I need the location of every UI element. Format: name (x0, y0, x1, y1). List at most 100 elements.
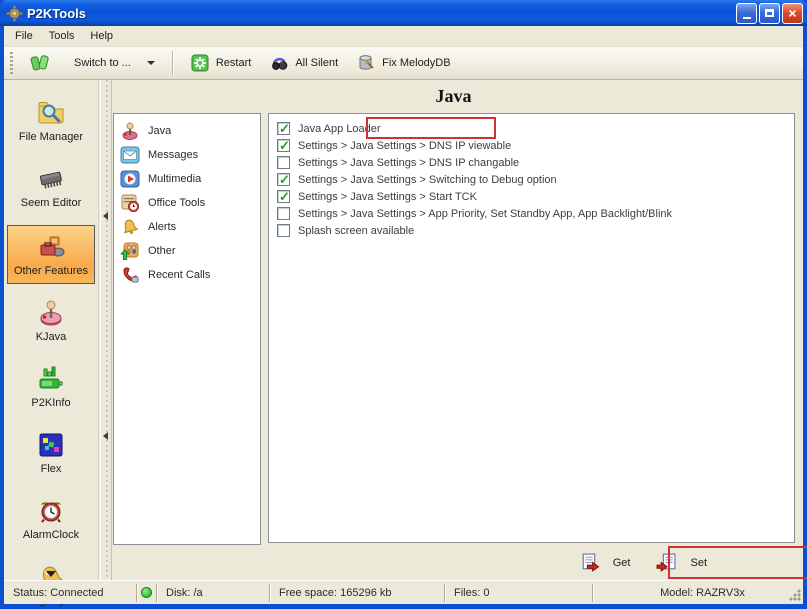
sidebar-item-alarmclock[interactable]: AlarmClock (19, 491, 83, 546)
sidebar-item-file-manager[interactable]: File Manager (15, 93, 87, 148)
toolbar-grip[interactable] (10, 52, 13, 74)
play-icon (120, 169, 140, 189)
switch-to-label: Switch to ... (56, 57, 131, 69)
app-icon (6, 5, 23, 22)
category-label: Other (148, 245, 176, 257)
window-title: P2KTools (27, 6, 86, 21)
checkbox[interactable] (277, 224, 290, 237)
all-silent-button[interactable]: All Silent (260, 49, 347, 77)
status-connected: Status: Connected (4, 584, 137, 602)
get-label: Get (613, 557, 631, 569)
menu-help[interactable]: Help (82, 28, 121, 44)
category-item-recent-calls[interactable]: Recent Calls (114, 263, 260, 287)
bell-icon (120, 217, 140, 237)
phone-icon (120, 265, 140, 285)
toolbar-separator (172, 51, 173, 75)
category-item-other[interactable]: Other (114, 239, 260, 263)
switch-phones-icon (30, 53, 50, 73)
right-area: Java Java (112, 80, 803, 580)
checkbox[interactable] (277, 122, 290, 135)
connection-indicator-icon (141, 587, 152, 598)
close-button[interactable]: × (782, 3, 803, 24)
page-title: Java (112, 86, 795, 112)
collapse-left-icon[interactable] (103, 432, 108, 440)
category-item-java[interactable]: Java (114, 119, 260, 143)
sidebar-item-label: Other Features (14, 265, 88, 277)
panel-splitter[interactable] (100, 80, 112, 580)
resize-grip[interactable] (789, 589, 801, 601)
notepad-clock-icon (120, 193, 140, 213)
sidebar-item-kjava[interactable]: KJava (32, 293, 71, 348)
option-label: Splash screen available (298, 225, 414, 237)
status-free-space: Free space: 165296 kb (270, 584, 445, 602)
option-row: Settings > Java Settings > App Priority,… (269, 205, 794, 222)
category-item-messages[interactable]: Messages (114, 143, 260, 167)
restart-icon (190, 53, 210, 73)
sidebar-scroll-down-icon[interactable] (46, 571, 56, 577)
category-label: Messages (148, 149, 198, 161)
app-window: P2KTools × File Tools Help Switch to ... (0, 0, 807, 609)
envelope-icon (120, 145, 140, 165)
menu-file[interactable]: File (7, 28, 41, 44)
category-label: Recent Calls (148, 269, 210, 281)
sidebar: File Manager Seem Editor (4, 80, 99, 580)
restart-button[interactable]: Restart (181, 49, 260, 77)
category-item-office-tools[interactable]: Office Tools (114, 191, 260, 215)
sidebar-item-seem-editor[interactable]: Seem Editor (17, 159, 86, 214)
sidebar-item-label: P2KInfo (31, 397, 70, 409)
category-item-alerts[interactable]: Alerts (114, 215, 260, 239)
sidebar-item-label: KJava (36, 331, 67, 343)
option-label: Settings > Java Settings > Start TCK (298, 191, 477, 203)
sidebar-item-p2kinfo[interactable]: P2KInfo (27, 359, 74, 414)
restart-label: Restart (216, 57, 251, 69)
toolbar: Switch to ... Restart All Silent (4, 47, 803, 80)
category-label: Java (148, 125, 171, 137)
get-icon (579, 552, 600, 573)
option-row: Splash screen available (269, 222, 794, 239)
maximize-icon (765, 9, 774, 17)
switch-to-button[interactable]: Switch to ... (21, 49, 164, 77)
checkbox[interactable] (277, 207, 290, 220)
action-strip: Get Set (112, 545, 795, 580)
fix-melodydb-icon (356, 53, 376, 73)
menu-tools[interactable]: Tools (41, 28, 83, 44)
all-silent-icon (269, 53, 289, 73)
checkbox[interactable] (277, 139, 290, 152)
category-label: Multimedia (148, 173, 201, 185)
set-icon (656, 552, 677, 573)
minimize-icon (743, 17, 751, 19)
collapse-left-icon[interactable] (103, 212, 108, 220)
option-row: Settings > Java Settings > Start TCK (269, 188, 794, 205)
sidebar-item-other-features[interactable]: Other Features (7, 225, 95, 284)
set-label: Set (690, 557, 707, 569)
battery-chart-icon (36, 364, 66, 394)
status-disk: Disk: /a (157, 584, 270, 602)
titlebar[interactable]: P2KTools × (0, 0, 807, 26)
sidebar-item-flex[interactable]: Flex (32, 425, 70, 480)
checkbox[interactable] (277, 173, 290, 186)
checkbox[interactable] (277, 190, 290, 203)
sidebar-item-label: Seem Editor (21, 197, 82, 209)
options-panel: Java App Loader Settings > Java Settings… (268, 113, 795, 543)
chevron-down-icon[interactable] (147, 61, 155, 65)
set-button[interactable]: Set (656, 552, 707, 573)
maximize-button[interactable] (759, 3, 780, 24)
status-files: Files: 0 (445, 584, 593, 602)
sidebar-item-label: AlarmClock (23, 529, 79, 541)
minimize-button[interactable] (736, 3, 757, 24)
option-row: Settings > Java Settings > Switching to … (269, 171, 794, 188)
get-button[interactable]: Get (579, 552, 631, 573)
option-label: Settings > Java Settings > App Priority,… (298, 208, 672, 220)
option-label: Settings > Java Settings > Switching to … (298, 174, 557, 186)
category-item-multimedia[interactable]: Multimedia (114, 167, 260, 191)
joystick-icon (120, 121, 140, 141)
menubar: File Tools Help (4, 26, 803, 47)
sidebar-item-label: File Manager (19, 131, 83, 143)
people-arrow-icon (120, 241, 140, 261)
fix-melodydb-button[interactable]: Fix MelodyDB (347, 49, 459, 77)
toolbox-icon (36, 232, 66, 262)
status-light (137, 584, 157, 602)
joystick-icon (36, 298, 66, 328)
checkbox[interactable] (277, 156, 290, 169)
option-label: Settings > Java Settings > DNS IP changa… (298, 157, 519, 169)
